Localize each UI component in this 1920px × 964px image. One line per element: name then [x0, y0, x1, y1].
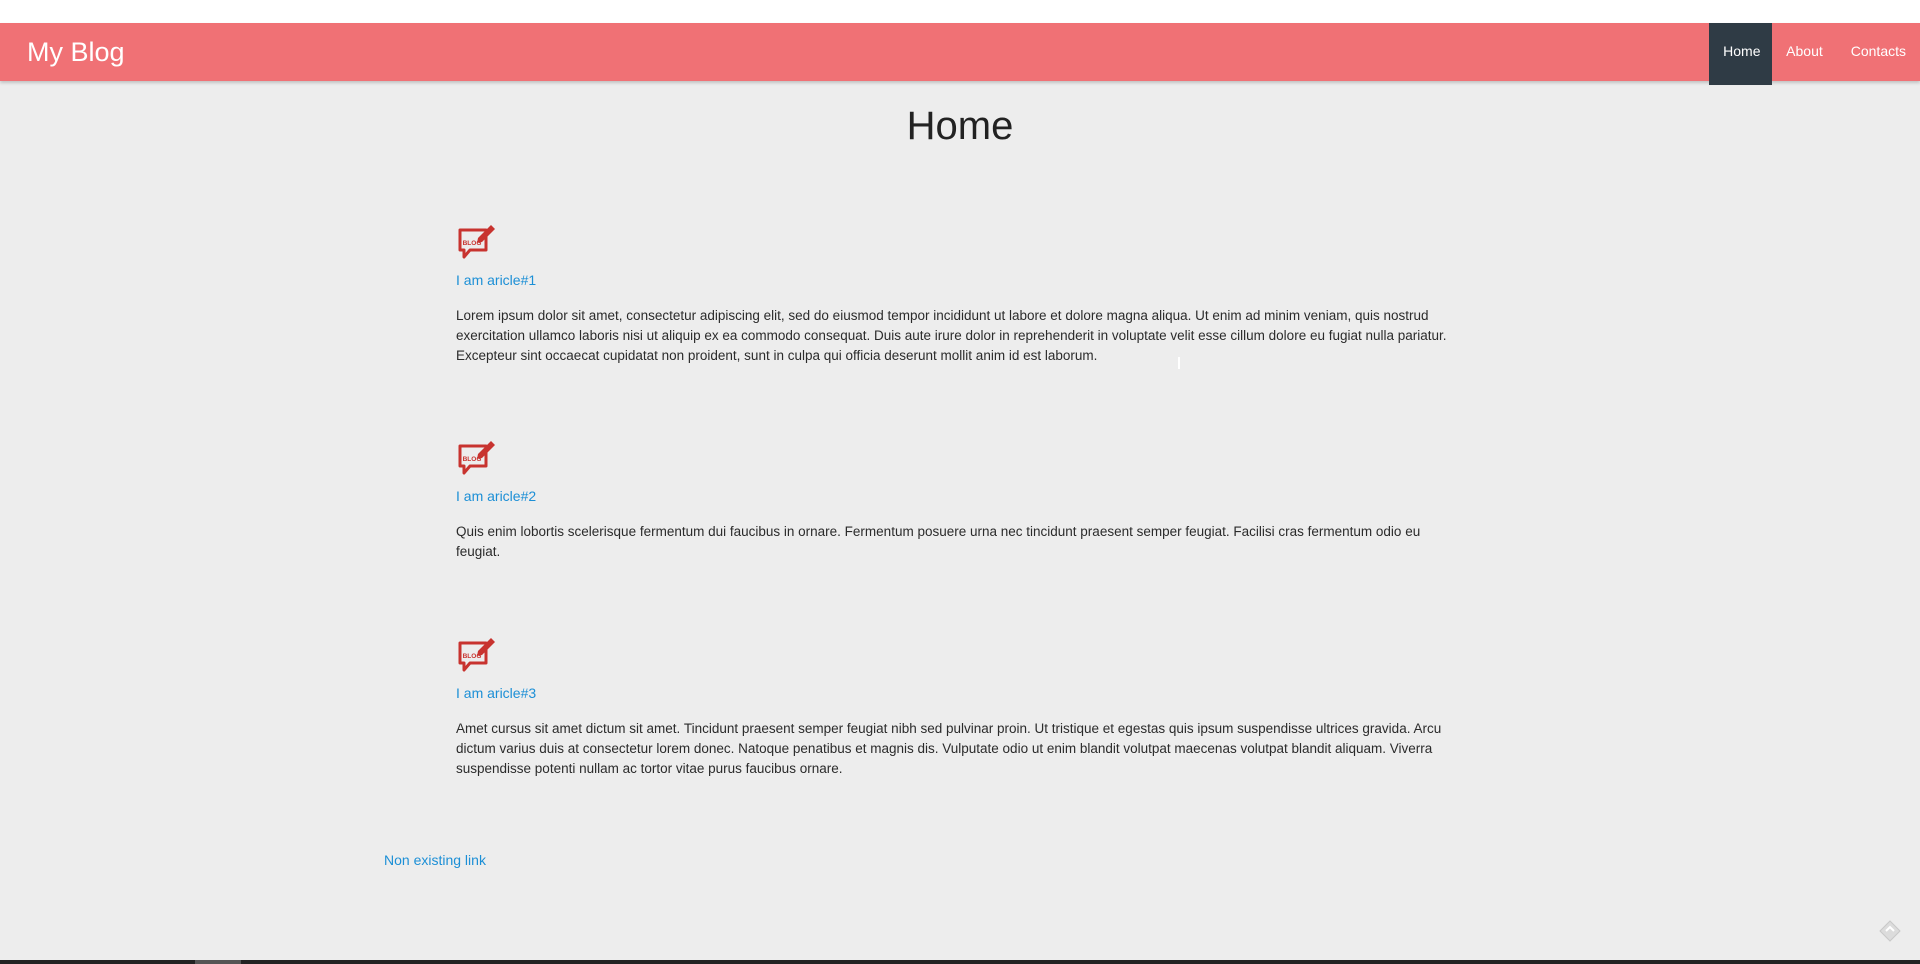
- nav-home[interactable]: Home: [1709, 23, 1773, 85]
- article-title-link[interactable]: I am aricle#1: [456, 272, 1456, 288]
- blog-icon: BLOG: [458, 225, 495, 259]
- brand-link[interactable]: My Blog: [27, 23, 125, 81]
- navbar: My Blog Home About Contacts: [0, 23, 1920, 85]
- article-title-link[interactable]: I am aricle#3: [456, 685, 1456, 701]
- blog-icon: BLOG: [458, 638, 495, 672]
- article-body: Quis enim lobortis scelerisque fermentum…: [456, 524, 1421, 559]
- blog-icon: BLOG: [458, 441, 495, 475]
- article-2: BLOG I am aricle#2 Quis enim lobortis sc…: [456, 438, 1456, 562]
- article-title-link[interactable]: I am aricle#2: [456, 488, 1456, 504]
- nav-about[interactable]: About: [1772, 23, 1837, 81]
- nav-contacts[interactable]: Contacts: [1837, 23, 1920, 81]
- non-existing-link[interactable]: Non existing link: [384, 852, 486, 868]
- bottom-bar-segment: [195, 960, 241, 964]
- article-1: BLOG I am aricle#1 Lorem ipsum dolor sit…: [456, 222, 1456, 366]
- bottom-bar: [0, 960, 1920, 964]
- article-body: Lorem ipsum dolor sit amet, consectetur …: [456, 308, 1447, 363]
- text-cursor: [1178, 357, 1180, 369]
- browser-top-strip: [0, 0, 1920, 23]
- article-body: Amet cursus sit amet dictum sit amet. Ti…: [456, 721, 1442, 776]
- page-title: Home: [906, 104, 1014, 148]
- article-3: BLOG I am aricle#3 Amet cursus sit amet …: [456, 635, 1456, 779]
- main-nav: Home About Contacts: [1709, 23, 1920, 85]
- corner-diamond-icon[interactable]: [1878, 919, 1902, 943]
